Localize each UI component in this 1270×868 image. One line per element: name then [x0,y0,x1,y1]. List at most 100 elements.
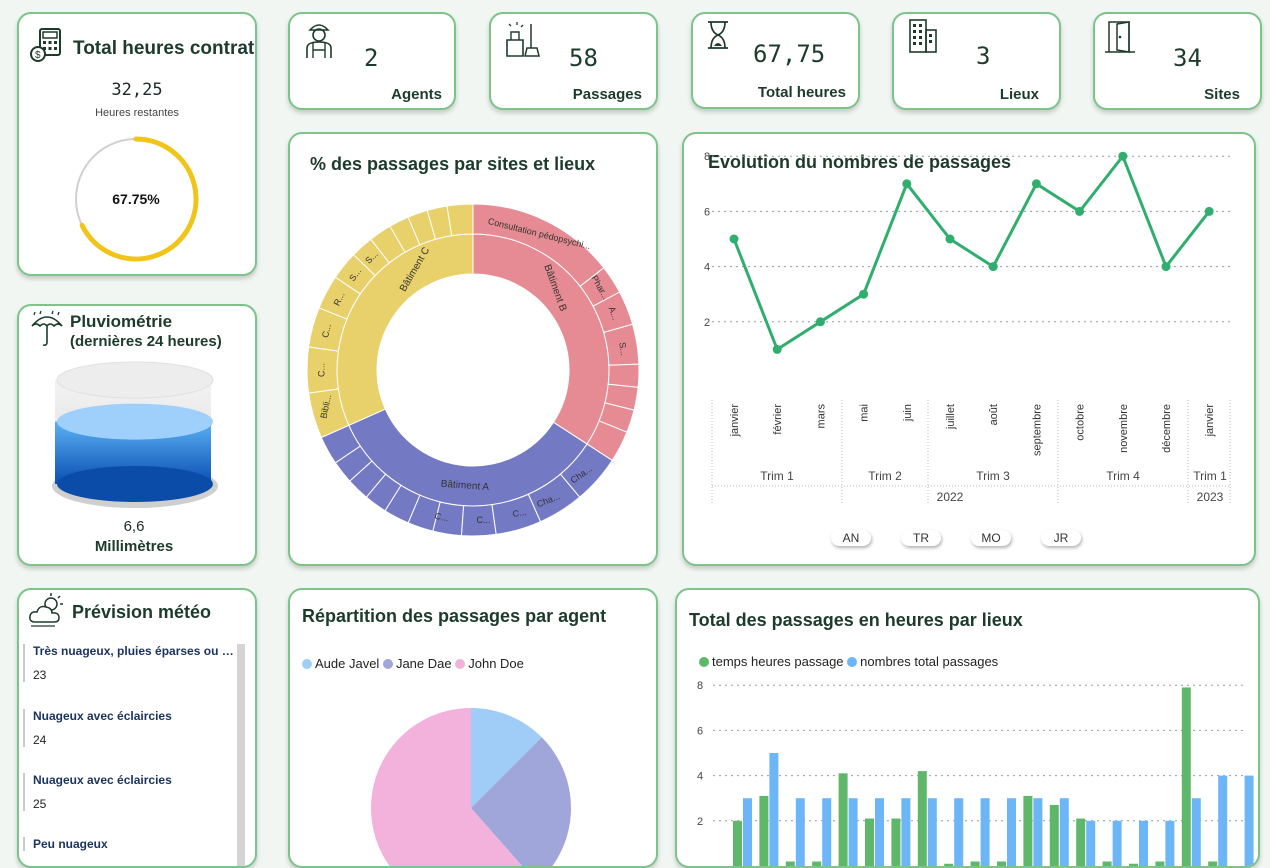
bar-passages [795,798,805,866]
data-point [1118,151,1128,161]
kpi-agents-value: 2 [364,44,379,72]
bar-hours [917,771,927,866]
drill-month-button[interactable]: MO [971,530,1011,546]
x-tick-label: juin [902,404,914,422]
weather-item[interactable]: Peu nuageux [23,837,235,851]
agent-icon [306,24,332,58]
x-tick-label: mai [859,404,871,422]
rain-value: 6,6 [123,518,145,535]
kpi-hours-card: 67,75 Total heures [691,12,860,109]
rain-title: Pluviométrie [70,312,173,331]
bar-passages [1059,798,1069,866]
bar-hours [1155,861,1165,866]
bar-passages [1033,798,1043,866]
data-point [1161,262,1171,272]
sunburst-title: % des passages par sites et lieux [310,154,596,174]
data-point [902,179,912,189]
weather-card: Prévision météo Très nuageux, pluies épa… [17,588,257,868]
evolution-line-chart[interactable]: 8 6 4 2 janvier février mars mai juin juillet août… [682,134,1256,514]
contract-gauge: 67.75% [75,136,199,262]
bar-passages [1191,798,1201,866]
year-label: 2022 [937,490,964,504]
bar-hours [1076,818,1086,866]
legend-item[interactable]: nombres total passages [847,654,998,669]
rain-unit: Millimètres [94,538,174,555]
bar-hours [838,773,848,866]
data-point [815,317,825,327]
bar-passages [875,798,884,866]
data-point [772,344,782,354]
legend-item[interactable]: Aude Javel [302,656,379,671]
bar-passages [1244,775,1254,866]
data-point [1204,206,1214,216]
door-icon [1105,21,1135,53]
bars-legend: temps heures passage nombres total passa… [699,654,998,669]
year-label: 2023 [1197,490,1224,504]
kpi-agents-card: 2 Agents [288,12,456,110]
y-tick-label: 4 [704,262,710,274]
bar-passages [848,798,858,866]
weather-title: Prévision météo [72,602,212,622]
bar-hours [944,863,954,866]
quarter-label: Trim 4 [1106,469,1140,483]
weather-item[interactable]: Nuageux avec éclaircies 24 [23,709,235,747]
weather-scrollbar[interactable] [237,644,245,866]
agent-pie-chart[interactable] [288,680,658,868]
drill-day-button[interactable]: JR [1041,530,1081,546]
remaining-hours-value: 32,25 [111,80,163,100]
data-point [1031,179,1041,189]
y-tick-label: 2 [704,317,710,329]
y-tick-label: 4 [697,771,703,783]
sunburst-outer-segment [607,363,640,388]
bar-hours [1208,861,1218,866]
bar-passages [901,798,911,866]
weather-item[interactable]: Très nuageux, pluies éparses ou aver... 2… [23,644,235,682]
drill-quarter-button[interactable]: TR [901,530,941,546]
kpi-sites-value: 34 [1173,44,1202,72]
drill-year-button[interactable]: AN [831,530,871,546]
rain-card: Pluviométrie (dernières 24 heures) 6,6 M… [17,304,257,566]
legend-item[interactable]: temps heures passage [699,654,844,669]
bar-passages [927,798,937,866]
bar-passages [1218,775,1228,866]
y-tick-label: 6 [704,206,710,218]
x-tick-label: janvier [729,404,741,438]
legend-item[interactable]: John Doe [455,656,524,671]
rain-subtitle: (dernières 24 heures) [70,333,222,350]
hours-bar-chart[interactable]: 8 6 4 2 [675,670,1260,868]
bar-hours [785,861,795,866]
quarter-label: Trim 1 [760,469,794,483]
kpi-passages-label: Passages [572,86,642,103]
evolution-card: Evolution du nombres de passages 8 6 4 2 jan… [682,132,1256,566]
kpi-sites-card: 34 Sites [1093,12,1262,110]
kpi-hours-label: Total heures [757,84,846,101]
kpi-lieux-label: Lieux [999,86,1039,103]
bar-hours [865,818,874,866]
evolution-line [732,153,1211,352]
bar-hours [812,861,822,866]
bar-hours [1129,863,1138,866]
kpi-passages-card: 58 Passages [489,12,658,110]
umbrella-rain-icon [31,310,63,346]
legend-item[interactable]: Jane Dae [382,656,452,671]
sunburst-chart[interactable]: Bâtiment BBâtiment ABâtiment CConsultati… [288,180,658,560]
svg-text:$: $ [35,50,41,61]
calculator-money-icon: $ [30,28,61,62]
x-tick-label: février [772,404,784,435]
bars-title: Total des passages en heures par lieux [689,610,1023,630]
bar-passages [769,753,779,866]
bar-hours [733,820,742,866]
bar-passages [1165,820,1175,866]
cloud-sun-icon [29,593,63,627]
weather-item[interactable]: Nuageux avec éclaircies 25 [23,773,235,811]
data-point [988,262,998,272]
bar-passages [1112,820,1122,866]
x-tick-label: septembre [1031,404,1043,456]
sunburst-card: % des passages par sites et lieux Bâtime… [288,132,658,566]
quarter-label: Trim 1 [1193,469,1227,483]
remaining-hours-label: Heures restantes [95,107,179,119]
x-tick-label: octobre [1075,404,1087,441]
bar-passages [1139,820,1148,866]
x-tick-label: janvier [1204,404,1216,438]
contract-card: $ Total heures contrat 32,25 Heures rest… [17,12,257,276]
